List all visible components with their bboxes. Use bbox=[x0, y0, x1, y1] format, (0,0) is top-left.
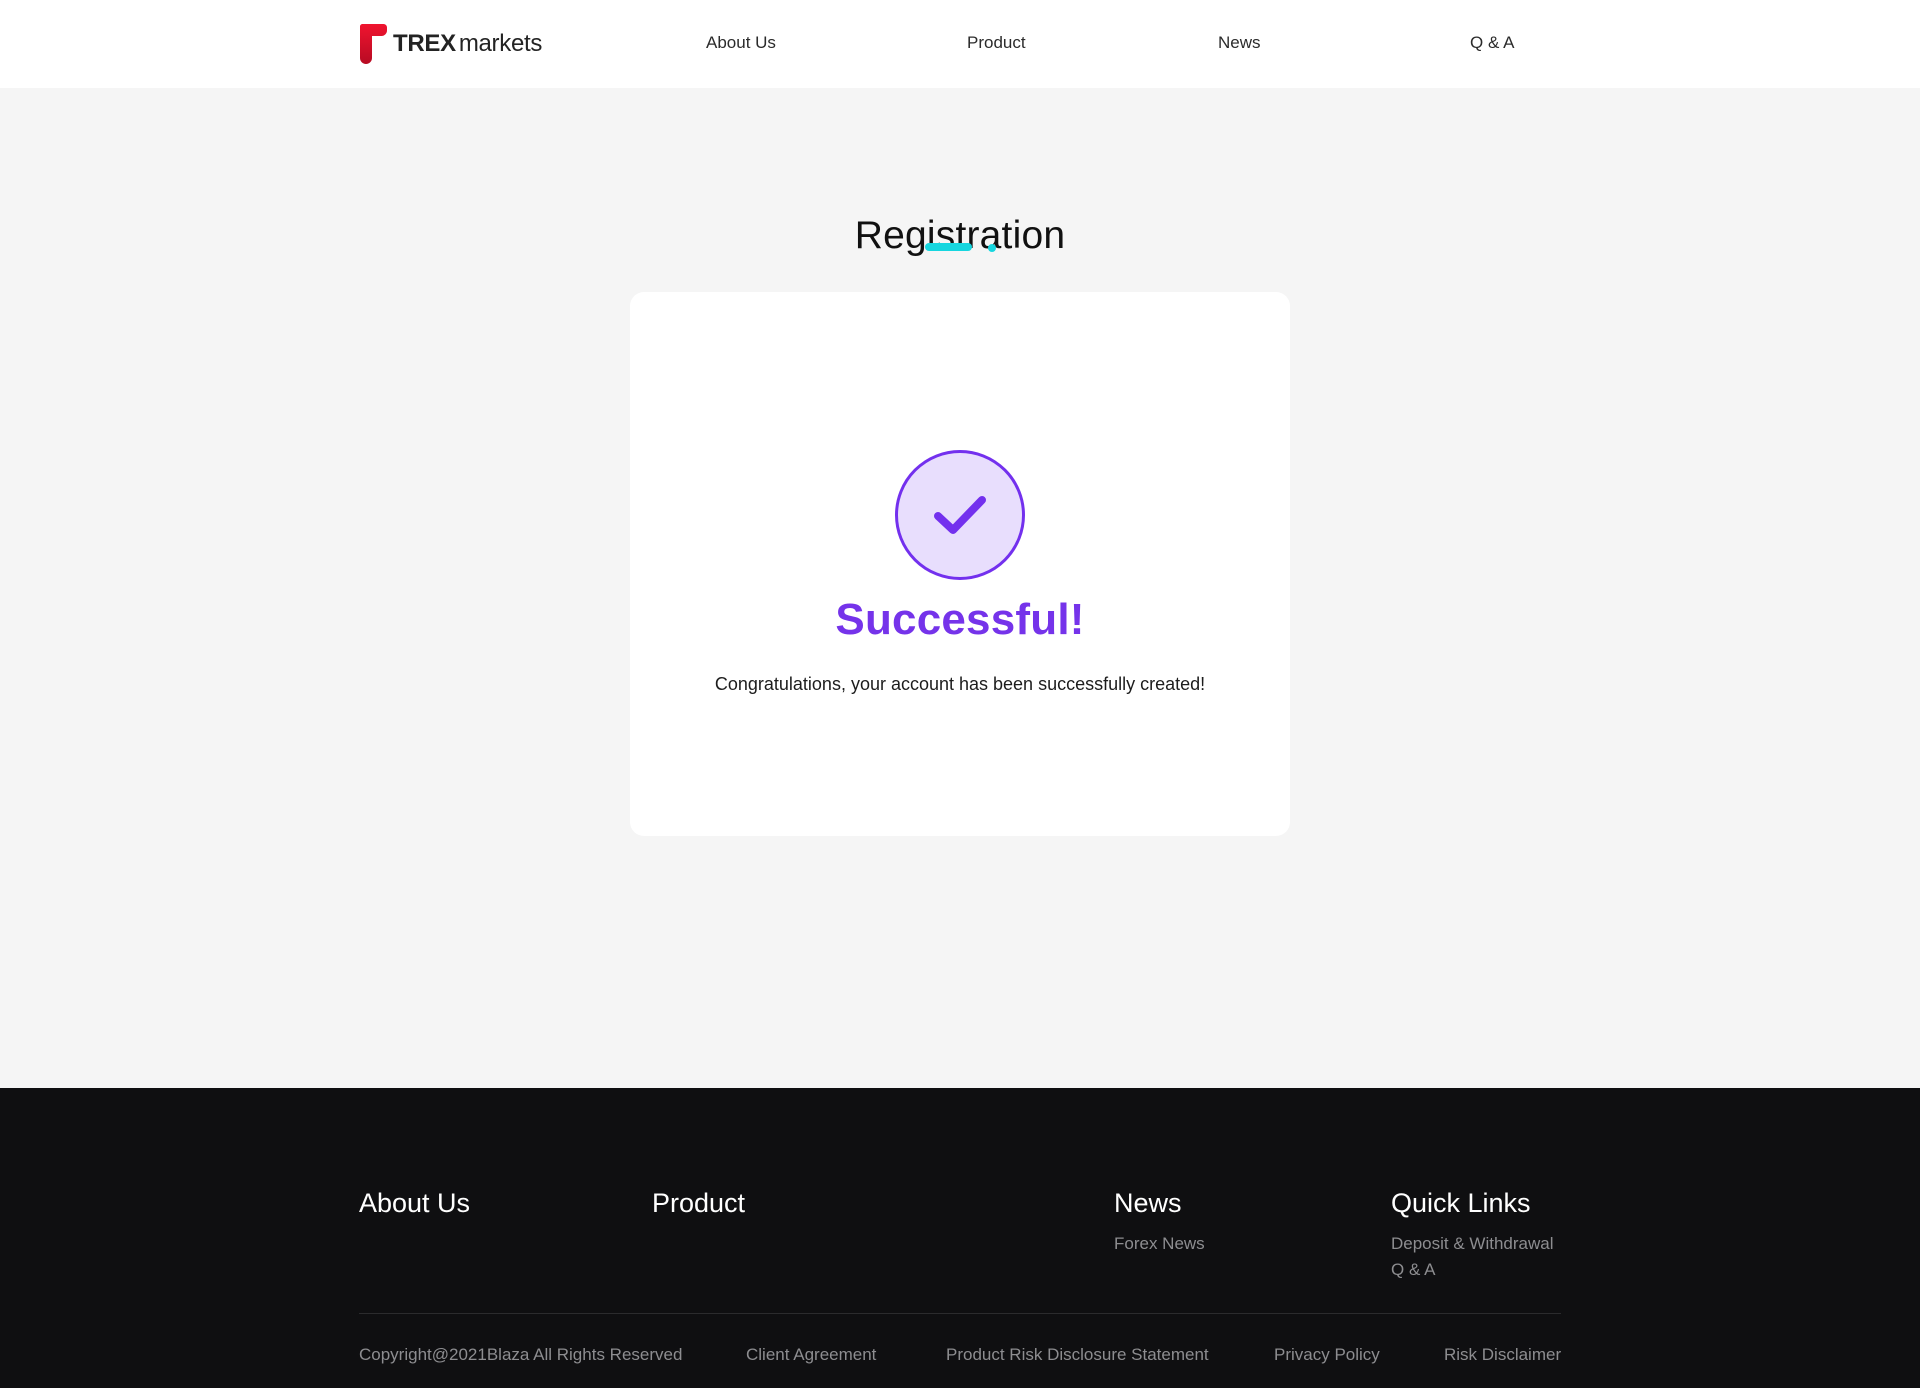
registration-title: Registration bbox=[854, 214, 1066, 258]
nav-about-us[interactable]: About Us bbox=[706, 31, 776, 55]
footer-q-and-a-link[interactable]: Q & A bbox=[1391, 1258, 1435, 1282]
success-check-icon bbox=[895, 450, 1025, 580]
nav-product[interactable]: Product bbox=[967, 31, 1026, 55]
footer-quick-links-heading[interactable]: Quick Links bbox=[1391, 1186, 1531, 1220]
footer-product-heading[interactable]: Product bbox=[652, 1186, 745, 1220]
footer-product-risk-disclosure-link[interactable]: Product Risk Disclosure Statement bbox=[946, 1343, 1209, 1367]
footer-client-agreement-link[interactable]: Client Agreement bbox=[746, 1343, 876, 1367]
trex-markets-logo[interactable]: TREX markets bbox=[359, 22, 542, 66]
nav-q-and-a[interactable]: Q & A bbox=[1470, 31, 1514, 55]
site-footer: About Us Product News Quick Links Forex … bbox=[0, 1088, 1920, 1388]
logo-suffix: markets bbox=[458, 30, 543, 57]
trex-logo-icon bbox=[360, 24, 387, 64]
footer-about-us-heading[interactable]: About Us bbox=[359, 1186, 470, 1220]
footer-divider bbox=[359, 1313, 1561, 1314]
footer-news-heading[interactable]: News bbox=[1114, 1186, 1182, 1220]
checkmark-icon bbox=[934, 496, 986, 534]
nav-news[interactable]: News bbox=[1218, 31, 1261, 55]
success-message: Congratulations, your account has been s… bbox=[714, 674, 1206, 694]
title-accent-dot bbox=[988, 244, 996, 252]
footer-privacy-policy-link[interactable]: Privacy Policy bbox=[1274, 1343, 1380, 1367]
footer-copyright: Copyright@2021Blaza All Rights Reserved bbox=[359, 1345, 683, 1364]
footer-risk-disclaimer-link[interactable]: Risk Disclaimer bbox=[1444, 1343, 1561, 1367]
logo-brand: TREX bbox=[393, 30, 456, 57]
registration-success-card: Successful! Congratulations, your accoun… bbox=[630, 292, 1290, 836]
footer-deposit-withdrawal-link[interactable]: Deposit & Withdrawal bbox=[1391, 1232, 1554, 1256]
logo-text: TREX markets bbox=[393, 32, 542, 56]
footer-forex-news-link[interactable]: Forex News bbox=[1114, 1232, 1205, 1256]
success-title: Successful! bbox=[835, 595, 1085, 644]
top-header: TREX markets About Us Product News Q & A bbox=[0, 0, 1920, 88]
title-accent-line bbox=[925, 243, 972, 251]
